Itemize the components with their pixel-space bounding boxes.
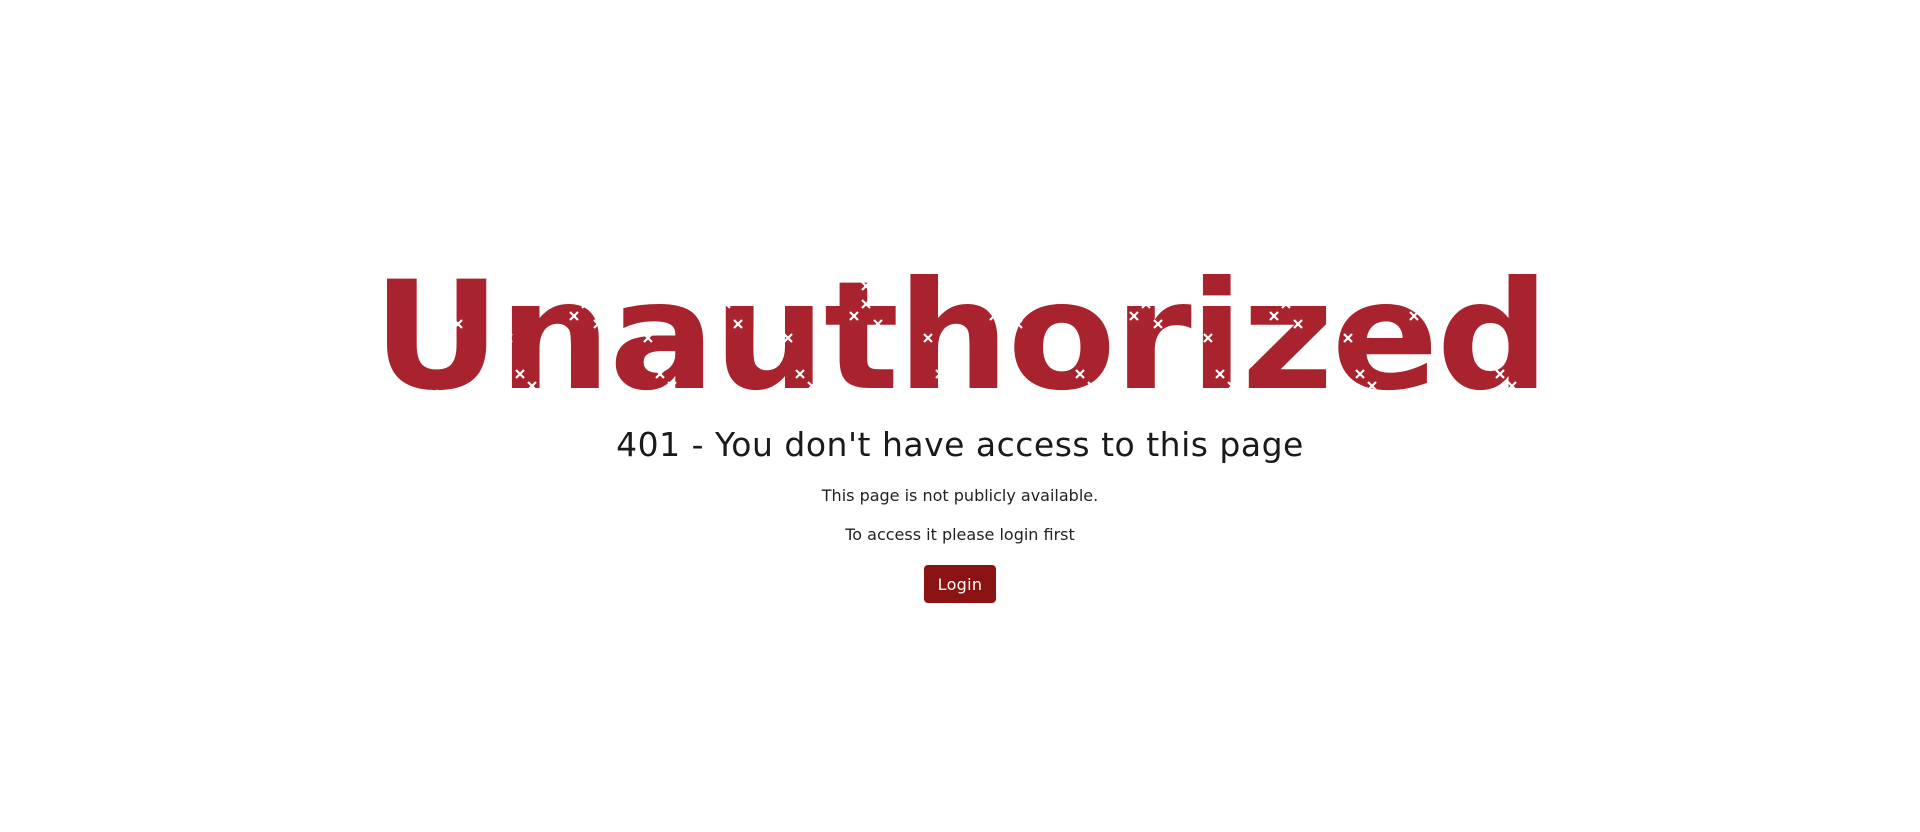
hero-title-graphic: Unauthorized	[373, 250, 1550, 410]
error-description-line-1: This page is not publicly available.	[821, 486, 1099, 505]
error-heading: 401 - You don't have access to this page	[616, 425, 1304, 464]
hero-title: Unauthorized	[373, 250, 1548, 410]
hero-title-wrapper: Unauthorized	[0, 230, 1920, 410]
error-description-line-2: To access it please login first	[845, 525, 1075, 544]
actions-row: Login	[0, 565, 1920, 603]
login-button[interactable]: Login	[923, 565, 997, 603]
unauthorized-page: Unauthorized 401 - You don't have access…	[0, 0, 1920, 832]
